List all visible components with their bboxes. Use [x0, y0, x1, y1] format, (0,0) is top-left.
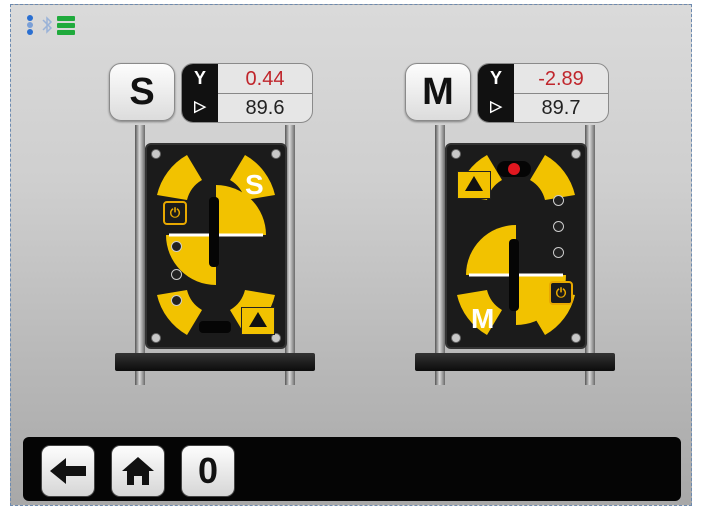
counter-label: 0	[197, 450, 219, 491]
bottom-toolbar: 0	[23, 437, 681, 501]
unit-s-tag[interactable]: S	[109, 63, 175, 121]
control-button-2[interactable]	[171, 269, 182, 280]
unit-m-tag[interactable]: M	[405, 63, 471, 121]
laser-slot	[509, 239, 519, 311]
readout-divider	[514, 93, 608, 94]
laser-warning-icon	[241, 307, 275, 335]
readout-divider	[218, 93, 312, 94]
unit-s-readout: Y ▷ 0.44 89.6	[181, 63, 313, 123]
battery-icon	[57, 15, 75, 35]
unit-s-angle-value: 89.6	[245, 97, 285, 119]
unit-m-angle-value: 89.7	[541, 97, 581, 119]
receiver-window	[199, 321, 231, 333]
unit-m-y-value: -2.89	[538, 68, 584, 90]
back-button[interactable]	[41, 445, 95, 497]
unit-s-y-value: 0.44	[245, 68, 285, 90]
unit-s-base	[115, 353, 315, 371]
unit-m-body: ⏻ M	[445, 143, 587, 349]
app-screen: S Y ▷ 0.44 89.6 ⏻ S M Y ▷ -2.89 89.7 ⏻ M…	[10, 4, 692, 506]
unit-s-body: ⏻ S	[145, 143, 287, 349]
laser-emitter-icon	[508, 163, 520, 175]
control-button-3[interactable]	[553, 247, 564, 258]
unit-m-body-letter: M	[471, 303, 495, 334]
status-bar	[25, 13, 75, 37]
y-axis-label: Y	[193, 68, 206, 88]
rod-left	[435, 125, 445, 385]
emitter-window	[497, 161, 531, 177]
bluetooth-symbol-icon	[42, 16, 53, 34]
power-button[interactable]: ⏻	[549, 281, 573, 305]
angle-icon: ▷	[194, 98, 206, 115]
laser-slot	[209, 197, 219, 267]
y-axis-label: Y	[489, 68, 502, 88]
home-button[interactable]	[111, 445, 165, 497]
unit-m-device: ⏻ M	[415, 125, 615, 387]
unit-s-device: ⏻ S	[115, 125, 315, 387]
control-button-2[interactable]	[553, 221, 564, 232]
readout-label-column: Y ▷	[478, 64, 514, 122]
home-icon	[122, 457, 154, 485]
rod-left	[135, 125, 145, 385]
control-button-3[interactable]	[171, 295, 182, 306]
control-button-1[interactable]	[171, 241, 182, 252]
counter-button[interactable]: 0	[181, 445, 235, 497]
power-button[interactable]: ⏻	[163, 201, 187, 225]
unit-m-readout: Y ▷ -2.89 89.7	[477, 63, 609, 123]
unit-s-body-letter: S	[245, 169, 264, 200]
unit-m-base	[415, 353, 615, 371]
readout-label-column: Y ▷	[182, 64, 218, 122]
laser-warning-icon	[457, 171, 491, 199]
angle-icon: ▷	[490, 98, 502, 115]
control-button-1[interactable]	[553, 195, 564, 206]
unit-s-tag-label: S	[129, 70, 155, 113]
bluetooth-icon	[25, 14, 37, 36]
arrow-left-icon	[50, 458, 86, 484]
unit-m-tag-label: M	[422, 70, 454, 113]
